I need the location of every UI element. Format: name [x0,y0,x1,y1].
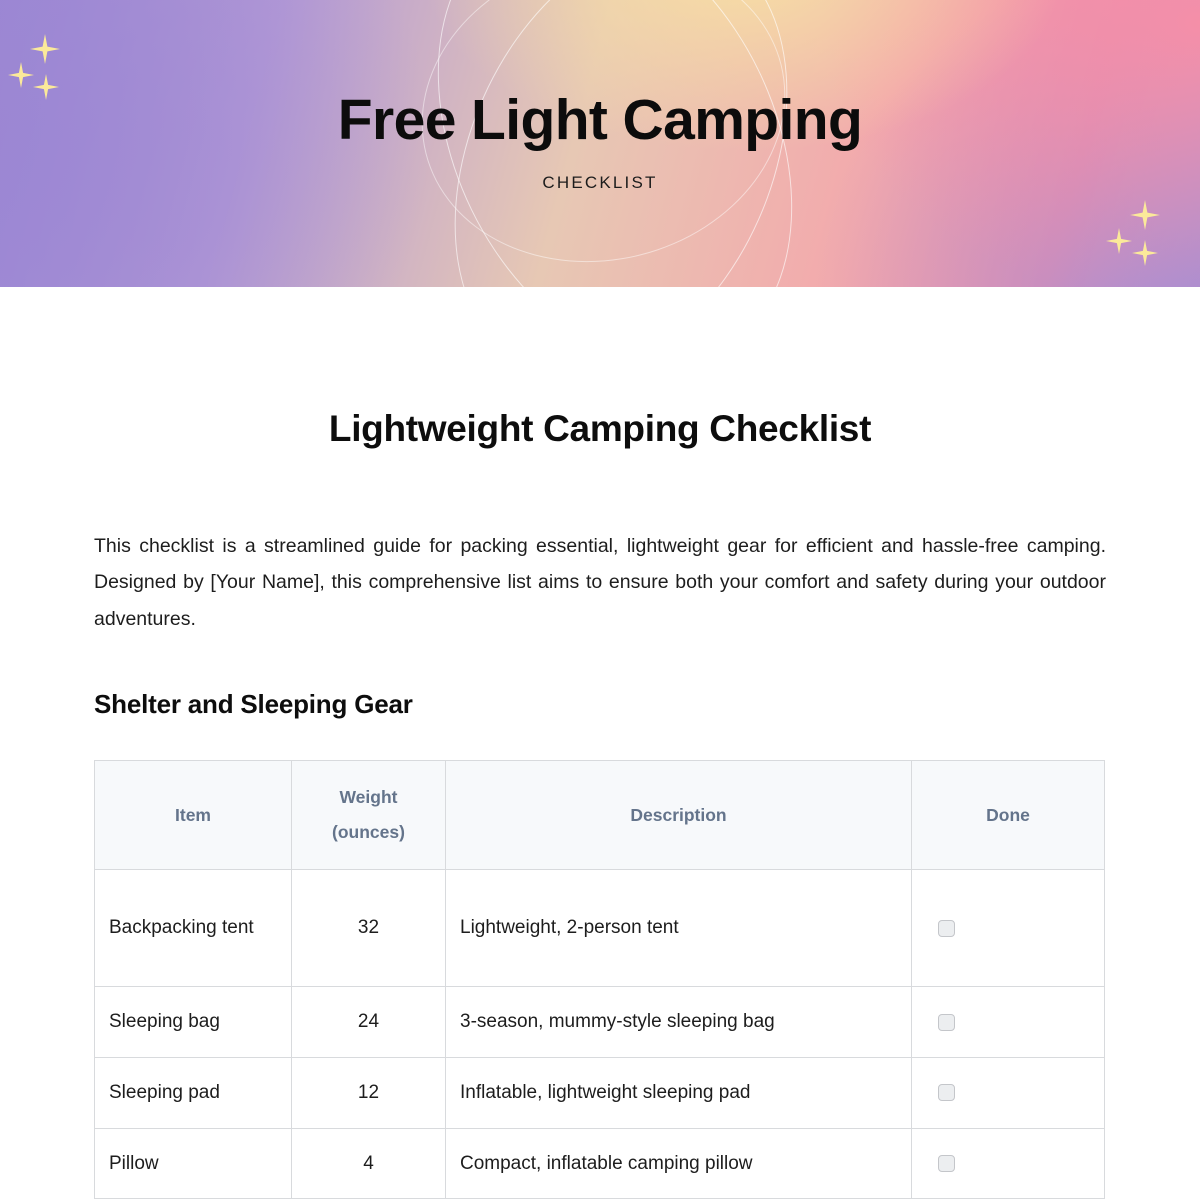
sparkle-icon [1130,200,1160,230]
column-header-item: Item [94,760,292,871]
table-header-row: Item Weight (ounces) Description Done [94,760,1105,871]
cell-done [911,986,1105,1058]
sparkle-icon [8,62,34,88]
cell-done [911,869,1105,988]
cell-item: Sleeping pad [94,1056,292,1129]
cell-done [911,1127,1105,1199]
cell-weight: 4 [291,1127,446,1199]
page-title: Lightweight Camping Checklist [328,408,872,449]
table-body: Backpacking tent 32 Lightweight, 2-perso… [94,869,1105,1199]
done-checkbox[interactable] [938,1084,955,1102]
cell-done [911,1056,1105,1129]
sparkle-icon [1132,240,1158,266]
cell-item: Backpacking tent [94,869,292,988]
done-checkbox[interactable] [938,919,955,937]
column-header-weight: Weight (ounces) [291,760,446,871]
column-header-weight-label: Weight [339,787,398,808]
column-header-description: Description [445,760,912,871]
banner-subtitle: CHECKLIST [542,173,658,192]
table-row: Pillow 4 Compact, inflatable camping pil… [94,1127,1105,1199]
banner-title: Free Light Camping [337,88,863,152]
column-header-weight-unit: (ounces) [332,822,405,843]
gear-checklist-table: Item Weight (ounces) Description Done Ba… [94,760,1105,1199]
done-checkbox[interactable] [938,1013,955,1031]
cell-item: Pillow [94,1127,292,1199]
table-row: Backpacking tent 32 Lightweight, 2-perso… [94,869,1105,988]
cell-item: Sleeping bag [94,986,292,1058]
cell-weight: 12 [291,1056,446,1129]
cell-description: Lightweight, 2-person tent [445,869,912,988]
section-heading-shelter-and-sleeping-gear: Shelter and Sleeping Gear [94,689,413,720]
cell-weight: 32 [291,869,446,988]
cell-description: Inflatable, lightweight sleeping pad [445,1056,912,1129]
cell-weight: 24 [291,986,446,1058]
table-row: Sleeping pad 12 Inflatable, lightweight … [94,1056,1105,1129]
table-header: Item Weight (ounces) Description Done [94,760,1105,871]
header-banner: Free Light Camping CHECKLIST [0,0,1200,287]
sparkle-icon [1106,228,1132,254]
cell-description: 3-season, mummy-style sleeping bag [445,986,912,1058]
column-header-done: Done [911,760,1105,871]
intro-paragraph: This checklist is a streamlined guide fo… [94,534,1106,630]
document-body: Lightweight Camping Checklist This check… [94,287,1106,1199]
cell-description: Compact, inflatable camping pillow [445,1127,912,1199]
sparkle-icon [30,34,60,64]
done-checkbox[interactable] [938,1155,955,1173]
table-row: Sleeping bag 24 3-season, mummy-style sl… [94,986,1105,1058]
